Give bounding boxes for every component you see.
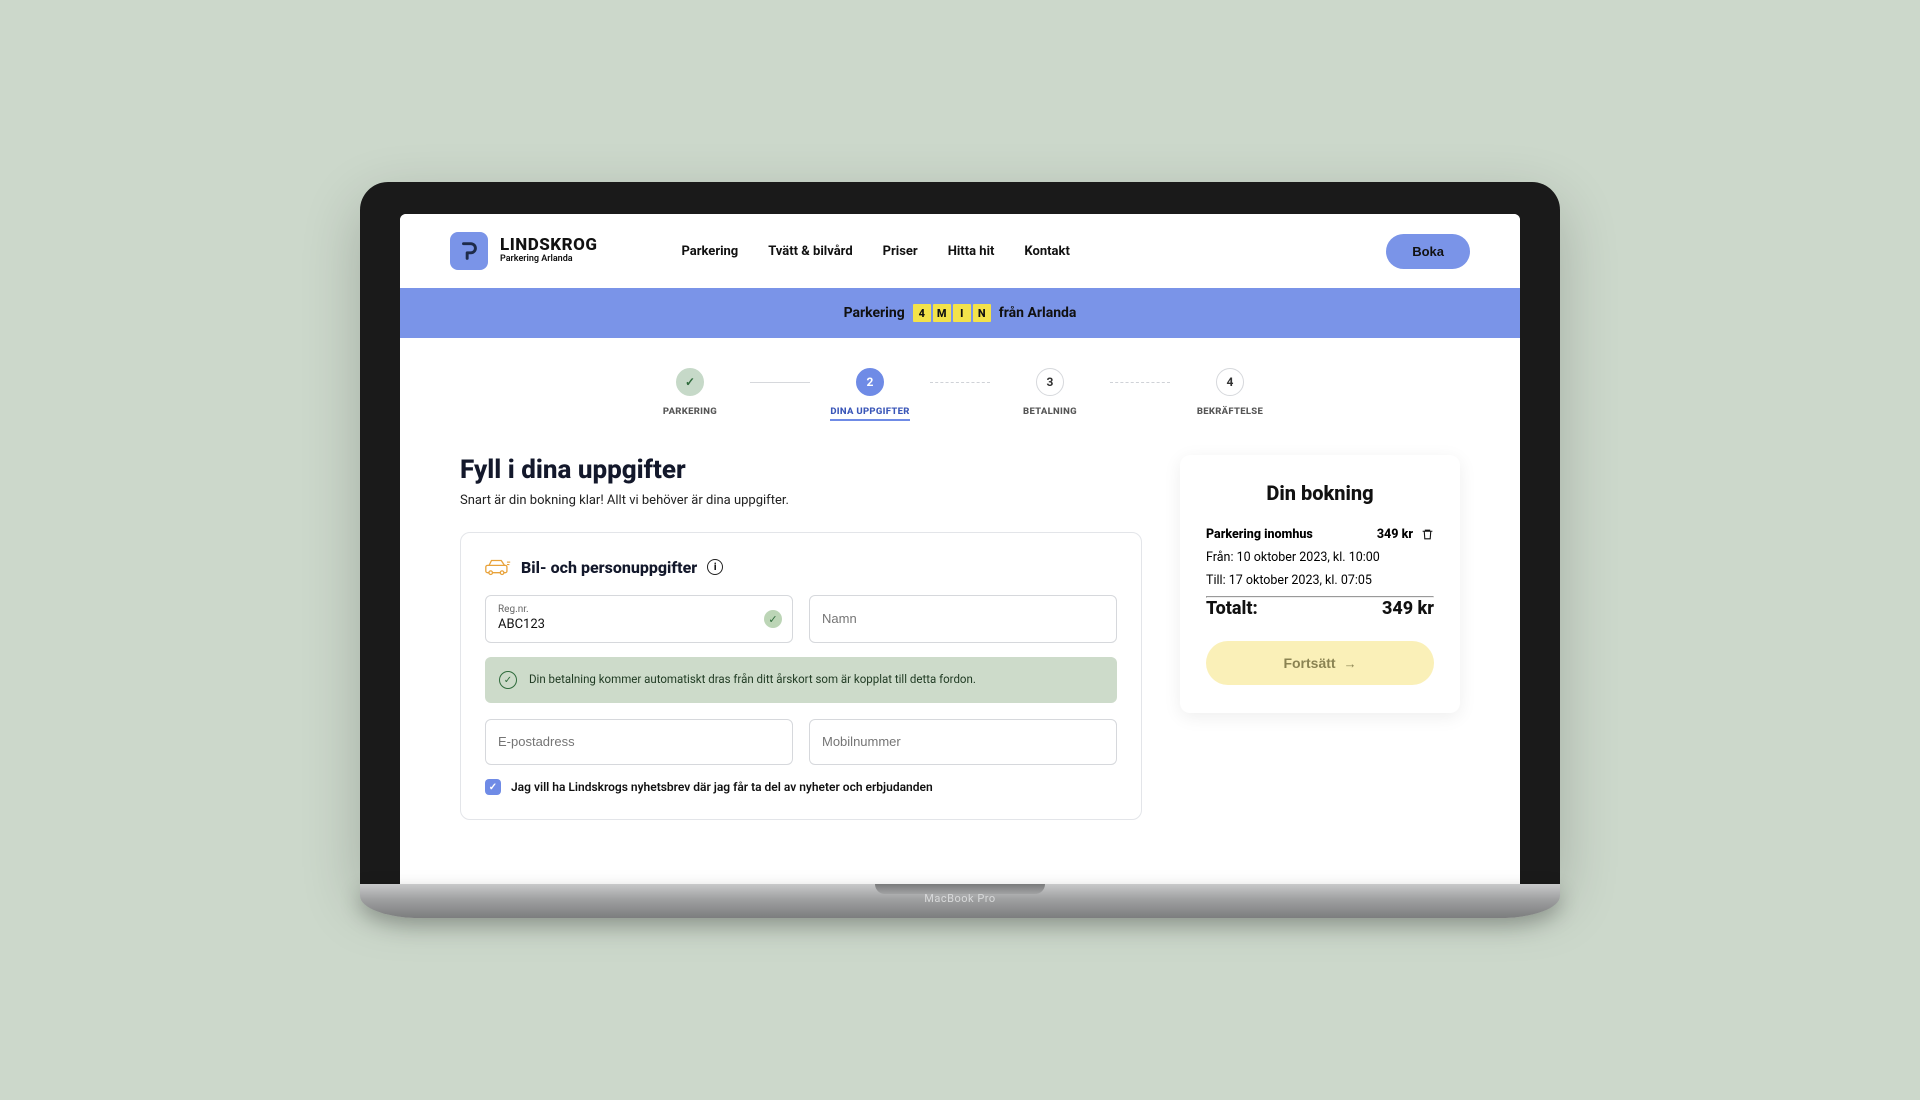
checkbox-checked-icon[interactable]: ✓ bbox=[485, 779, 501, 795]
main-nav: Parkering Tvätt & bilvård Priser Hitta h… bbox=[681, 244, 1069, 259]
step-number: 4 bbox=[1216, 368, 1244, 396]
nav-hitta[interactable]: Hitta hit bbox=[948, 244, 995, 259]
summary-from: Från: 10 oktober 2023, kl. 10:00 bbox=[1206, 550, 1434, 565]
page-title: Fyll i dina uppgifter bbox=[460, 455, 1142, 485]
card-title: Bil- och personuppgifter bbox=[521, 558, 697, 577]
nav-parkering[interactable]: Parkering bbox=[681, 244, 738, 259]
chip: 4 bbox=[913, 304, 931, 322]
name-field[interactable] bbox=[809, 595, 1117, 643]
reg-field[interactable]: Reg.nr. ABC123 ✓ bbox=[485, 595, 793, 643]
reg-label: Reg.nr. bbox=[498, 604, 780, 615]
brand-name: LINDSKROG bbox=[500, 237, 597, 255]
continue-label: Fortsätt bbox=[1283, 655, 1335, 671]
newsletter-label: Jag vill ha Lindskrogs nyhetsbrev där ja… bbox=[511, 780, 933, 794]
name-input[interactable] bbox=[822, 611, 1104, 626]
step-2[interactable]: 2 DINA UPPGIFTER bbox=[810, 368, 930, 421]
main-content: Fyll i dina uppgifter Snart är din bokni… bbox=[400, 435, 1520, 820]
chip: I bbox=[953, 304, 971, 322]
nav-kontakt[interactable]: Kontakt bbox=[1024, 244, 1069, 259]
total-value: 349 kr bbox=[1382, 598, 1434, 619]
newsletter-row[interactable]: ✓ Jag vill ha Lindskrogs nyhetsbrev där … bbox=[485, 779, 1117, 795]
check-icon: ✓ bbox=[676, 368, 704, 396]
trash-icon[interactable] bbox=[1421, 528, 1434, 541]
banner-post: från Arlanda bbox=[999, 305, 1077, 321]
form-card: Bil- och personuppgifter i Reg.nr. ABC12… bbox=[460, 532, 1142, 820]
card-header: Bil- och personuppgifter i bbox=[485, 557, 1117, 577]
total-label: Totalt: bbox=[1206, 598, 1258, 619]
summary-item-label: Parkering inomhus bbox=[1206, 527, 1313, 542]
promo-banner: Parkering 4 M I N från Arlanda bbox=[400, 288, 1520, 338]
continue-button[interactable]: Fortsätt → bbox=[1206, 641, 1434, 685]
screen-bezel: LINDSKROG Parkering Arlanda Parkering Tv… bbox=[360, 182, 1560, 884]
summary-to: Till: 17 oktober 2023, kl. 07:05 bbox=[1206, 573, 1434, 588]
summary-item-row: Parkering inomhus 349 kr bbox=[1206, 527, 1434, 542]
payment-notice: ✓ Din betalning kommer automatiskt dras … bbox=[485, 657, 1117, 703]
step-label: BETALNING bbox=[1023, 406, 1077, 417]
nav-tvatt[interactable]: Tvätt & bilvård bbox=[768, 244, 852, 259]
summary-item-price: 349 kr bbox=[1377, 527, 1413, 542]
brand-subtitle: Parkering Arlanda bbox=[500, 255, 597, 264]
form-column: Fyll i dina uppgifter Snart är din bokni… bbox=[460, 455, 1142, 820]
banner-chips: 4 M I N bbox=[913, 304, 991, 322]
summary-title: Din bokning bbox=[1206, 481, 1434, 505]
banner-pre: Parkering bbox=[844, 305, 905, 321]
phone-input[interactable] bbox=[822, 734, 1104, 749]
chip: N bbox=[973, 304, 991, 322]
phone-field[interactable] bbox=[809, 719, 1117, 765]
step-connector bbox=[930, 382, 990, 383]
reg-value: ABC123 bbox=[498, 617, 780, 632]
step-number: 3 bbox=[1036, 368, 1064, 396]
laptop-base: MacBook Pro bbox=[360, 884, 1560, 918]
email-input[interactable] bbox=[498, 734, 780, 749]
step-connector bbox=[750, 382, 810, 383]
step-1[interactable]: ✓ PARKERING bbox=[630, 368, 750, 417]
summary-total: Totalt: 349 kr bbox=[1206, 598, 1434, 619]
step-label: DINA UPPGIFTER bbox=[830, 406, 909, 421]
stepper: ✓ PARKERING 2 DINA UPPGIFTER 3 BETALNING… bbox=[400, 338, 1520, 435]
step-connector bbox=[1110, 382, 1170, 383]
check-icon: ✓ bbox=[764, 610, 782, 628]
book-button[interactable]: Boka bbox=[1386, 234, 1470, 269]
step-label: BEKRÄFTELSE bbox=[1197, 406, 1263, 417]
logo-mark-icon bbox=[450, 232, 488, 270]
email-field[interactable] bbox=[485, 719, 793, 765]
step-number: 2 bbox=[856, 368, 884, 396]
arrow-right-icon: → bbox=[1344, 656, 1357, 671]
logo-text: LINDSKROG Parkering Arlanda bbox=[500, 237, 597, 264]
logo[interactable]: LINDSKROG Parkering Arlanda bbox=[450, 232, 597, 270]
nav-priser[interactable]: Priser bbox=[883, 244, 918, 259]
header: LINDSKROG Parkering Arlanda Parkering Tv… bbox=[400, 214, 1520, 288]
step-label: PARKERING bbox=[663, 406, 717, 417]
summary-card: Din bokning Parkering inomhus 349 kr Frå… bbox=[1180, 455, 1460, 713]
laptop-mockup: LINDSKROG Parkering Arlanda Parkering Tv… bbox=[360, 182, 1560, 918]
chip: M bbox=[933, 304, 951, 322]
device-label: MacBook Pro bbox=[924, 892, 995, 905]
notice-text: Din betalning kommer automatiskt dras fr… bbox=[529, 671, 976, 688]
screen: LINDSKROG Parkering Arlanda Parkering Tv… bbox=[400, 214, 1520, 884]
check-icon: ✓ bbox=[499, 671, 517, 689]
car-icon bbox=[485, 557, 511, 577]
page-subtitle: Snart är din bokning klar! Allt vi behöv… bbox=[460, 493, 1142, 508]
step-3[interactable]: 3 BETALNING bbox=[990, 368, 1110, 417]
step-4[interactable]: 4 BEKRÄFTELSE bbox=[1170, 368, 1290, 417]
info-icon[interactable]: i bbox=[707, 559, 723, 575]
